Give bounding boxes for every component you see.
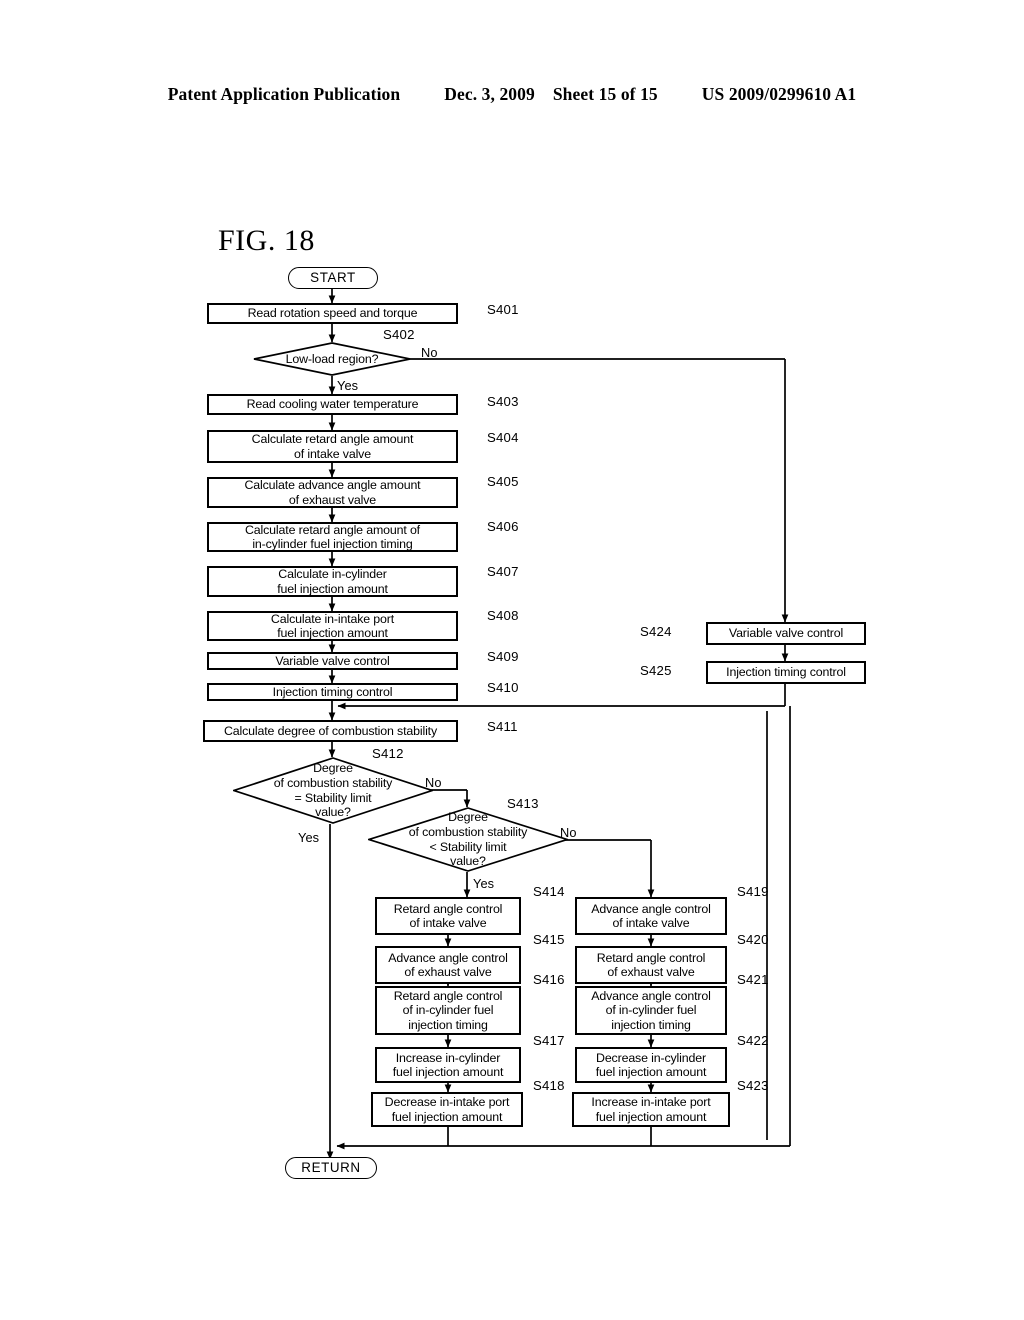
branch-label-s413-no: No [560,825,577,840]
step-tag-s416: S416 [533,972,565,987]
step-tag-s412: S412 [372,746,404,761]
step-tag-s417: S417 [533,1033,565,1048]
step-tag-s413: S413 [507,796,539,811]
step-s410-box[interactable]: Injection timing control [207,683,458,701]
branch-label-s412-no: No [425,775,442,790]
step-s423-box[interactable]: Increase in-intake port fuel injection a… [572,1092,730,1127]
step-tag-s423: S423 [737,1078,769,1093]
step-s422-box[interactable]: Decrease in-cylinder fuel injection amou… [575,1047,727,1083]
step-tag-s419: S419 [737,884,769,899]
step-s402-decision[interactable]: Low-load region? [253,342,411,376]
step-s409-box[interactable]: Variable valve control [207,652,458,670]
branch-label-s413-yes: Yes [473,876,495,891]
step-s407-box[interactable]: Calculate in-cylinder fuel injection amo… [207,566,458,597]
step-tag-s408: S408 [487,608,519,623]
step-s411-box[interactable]: Calculate degree of combustion stability [203,720,458,742]
step-tag-s420: S420 [737,932,769,947]
step-s404-box[interactable]: Calculate retard angle amount of intake … [207,430,458,463]
terminal-start[interactable]: START [288,267,378,289]
terminal-return[interactable]: RETURN [285,1157,377,1179]
step-tag-s404: S404 [487,430,519,445]
step-tag-s422: S422 [737,1033,769,1048]
step-s420-box[interactable]: Retard angle control of exhaust valve [575,946,727,984]
step-tag-s411: S411 [487,719,518,734]
step-s421-box[interactable]: Advance angle control of in-cylinder fue… [575,986,727,1035]
step-tag-s402: S402 [383,327,415,342]
step-s415-box[interactable]: Advance angle control of exhaust valve [375,946,521,984]
step-s416-box[interactable]: Retard angle control of in-cylinder fuel… [375,986,521,1035]
step-s408-box[interactable]: Calculate in-intake port fuel injection … [207,611,458,641]
step-s403-box[interactable]: Read cooling water temperature [207,394,458,415]
step-s406-box[interactable]: Calculate retard angle amount of in-cyli… [207,522,458,552]
step-s425-box[interactable]: Injection timing control [706,661,866,684]
step-tag-s406: S406 [487,519,519,534]
step-tag-s403: S403 [487,394,519,409]
step-tag-s405: S405 [487,474,519,489]
branch-label-s402-yes: Yes [337,378,359,393]
step-s418-box[interactable]: Decrease in-intake port fuel injection a… [371,1092,523,1127]
branch-label-s412-yes: Yes [298,830,320,845]
step-tag-s418: S418 [533,1078,565,1093]
step-tag-s410: S410 [487,680,519,695]
step-s419-box[interactable]: Advance angle control of intake valve [575,897,727,935]
step-tag-s424: S424 [640,624,672,639]
step-s413-decision[interactable]: Degree of combustion stability < Stabili… [368,807,568,872]
step-s401-box[interactable]: Read rotation speed and torque [207,303,458,324]
step-tag-s415: S415 [533,932,565,947]
flowchart: START Read rotation speed and torque S40… [0,0,1024,1320]
step-tag-s401: S401 [487,302,519,317]
step-s414-box[interactable]: Retard angle control of intake valve [375,897,521,935]
step-tag-s414: S414 [533,884,565,899]
step-s417-box[interactable]: Increase in-cylinder fuel injection amou… [375,1047,521,1083]
step-tag-s407: S407 [487,564,519,579]
branch-label-s402-no: No [421,345,438,360]
step-s405-box[interactable]: Calculate advance angle amount of exhaus… [207,477,458,508]
step-tag-s421: S421 [737,972,769,987]
step-tag-s409: S409 [487,649,519,664]
step-tag-s425: S425 [640,663,672,678]
step-s424-box[interactable]: Variable valve control [706,622,866,645]
